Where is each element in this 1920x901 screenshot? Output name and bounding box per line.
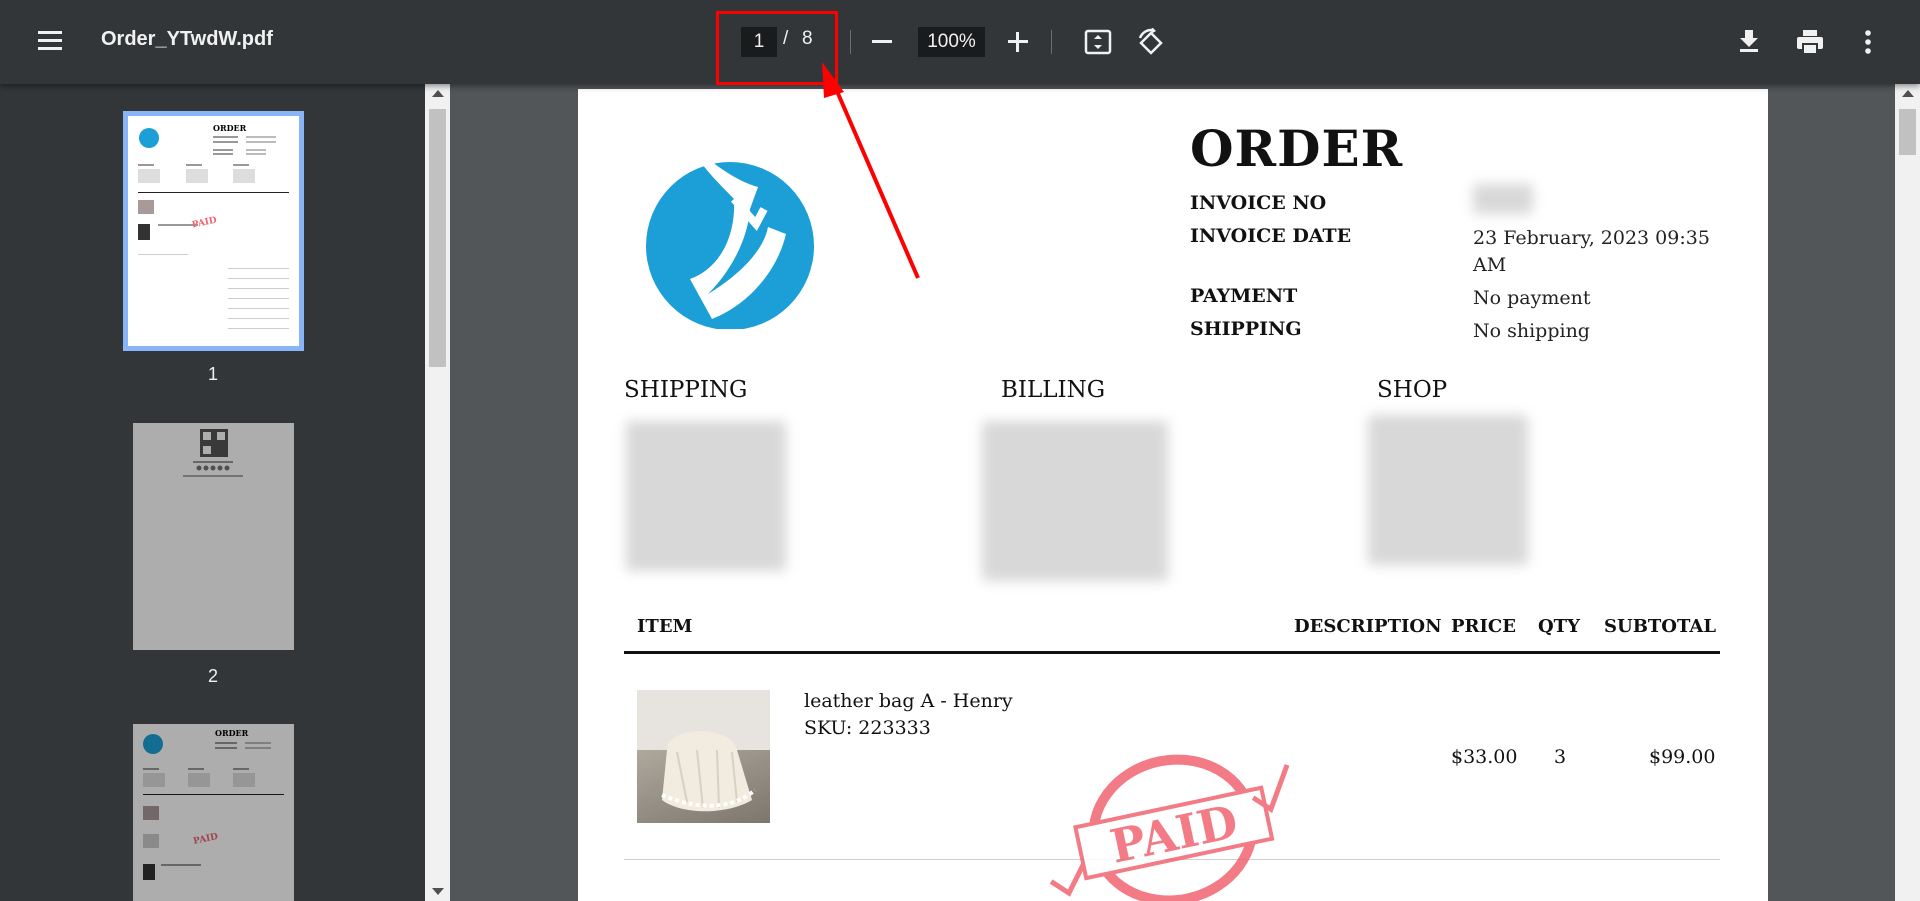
thumbnail-sidebar: ORDER PAID 1 2 ORDER PAID xyxy=(0,84,425,901)
thumb-paid-stamp: PAID xyxy=(191,216,218,231)
sidebar-scrollbar[interactable] xyxy=(425,84,450,901)
thumbnail-label-1: 1 xyxy=(207,364,218,384)
col-subtotal: SUBTOTAL xyxy=(1604,616,1717,637)
invoice-date-label: INVOICE DATE xyxy=(1190,225,1352,247)
col-item: ITEM xyxy=(637,616,693,637)
fit-page-icon[interactable] xyxy=(1084,29,1112,55)
menu-icon[interactable] xyxy=(32,26,68,58)
invoice-no-label: INVOICE NO xyxy=(1190,192,1327,214)
thumb-order-text: ORDER xyxy=(213,123,247,133)
redacted-invoice-no xyxy=(1473,184,1533,214)
shipping-info-value: No shipping xyxy=(1473,320,1590,342)
item-qty: 3 xyxy=(1554,746,1567,768)
item-subtotal: $99.00 xyxy=(1649,746,1716,768)
shipping-heading: SHIPPING xyxy=(624,377,748,403)
scroll-down-arrow-icon[interactable] xyxy=(432,888,444,895)
thumbnail-page-preview xyxy=(183,429,243,477)
scroll-up-arrow-icon[interactable] xyxy=(432,90,444,97)
page-thumbnail-3[interactable]: ORDER PAID xyxy=(133,724,294,901)
document-title: Order_YTwdW.pdf xyxy=(101,28,273,50)
document-scroll-thumb[interactable] xyxy=(1899,109,1916,155)
billing-heading: BILLING xyxy=(1001,377,1106,403)
thumbnail-page-preview: ORDER PAID xyxy=(138,123,289,329)
annotation-highlight-box xyxy=(716,11,838,85)
redacted-billing-address xyxy=(982,421,1168,581)
col-qty: QTY xyxy=(1538,616,1580,637)
page-thumbnail-1[interactable]: ORDER PAID xyxy=(123,111,304,351)
shipping-info-label: SHIPPING xyxy=(1190,318,1302,340)
item-name: leather bag A - Henry xyxy=(804,690,1013,712)
redacted-shop-address xyxy=(1368,415,1528,565)
product-photo xyxy=(637,690,770,812)
payment-value: No payment xyxy=(1473,287,1591,309)
thumb-order-text: ORDER xyxy=(215,728,249,738)
toolbar-divider xyxy=(1051,30,1052,54)
pdf-toolbar: Order_YTwdW.pdf 1 / 8 100% xyxy=(0,0,1920,84)
item-price: $33.00 xyxy=(1451,746,1518,768)
document-heading: ORDER xyxy=(1190,119,1404,178)
zoom-out-icon[interactable] xyxy=(872,40,892,43)
thumbnail-label-2: 2 xyxy=(207,666,218,686)
pdf-page: ORDER INVOICE NO INVOICE DATE 23 Februar… xyxy=(578,89,1768,901)
sidebar-scroll-thumb[interactable] xyxy=(429,109,446,367)
document-scrollbar[interactable] xyxy=(1895,84,1920,901)
download-icon[interactable] xyxy=(1738,28,1760,54)
invoice-date-value: 23 February, 2023 09:35 AM xyxy=(1473,227,1710,276)
toolbar-divider xyxy=(850,30,851,54)
rotate-icon[interactable] xyxy=(1136,28,1166,58)
item-sku: SKU: 223333 xyxy=(804,717,931,739)
thumb-paid-stamp: PAID xyxy=(192,832,219,847)
shop-heading: SHOP xyxy=(1377,377,1448,403)
paid-stamp: PAID xyxy=(1049,754,1290,901)
scroll-up-arrow-icon[interactable] xyxy=(1902,90,1914,97)
zoom-level-input[interactable]: 100% xyxy=(918,27,985,57)
col-description: DESCRIPTION xyxy=(1294,616,1442,637)
payment-label: PAYMENT xyxy=(1190,285,1298,307)
paid-stamp-text: PAID xyxy=(1106,794,1243,874)
company-logo xyxy=(646,134,814,329)
product-image xyxy=(637,690,770,823)
more-vert-icon[interactable] xyxy=(1863,29,1873,55)
redacted-shipping-address xyxy=(626,421,786,571)
page-thumbnail-2[interactable] xyxy=(133,423,294,650)
print-icon[interactable] xyxy=(1796,29,1824,55)
col-price: PRICE xyxy=(1451,616,1516,637)
table-header-rule xyxy=(624,651,1720,654)
thumbnail-page-preview: ORDER PAID xyxy=(143,728,284,880)
zoom-in-icon[interactable] xyxy=(1008,32,1028,52)
